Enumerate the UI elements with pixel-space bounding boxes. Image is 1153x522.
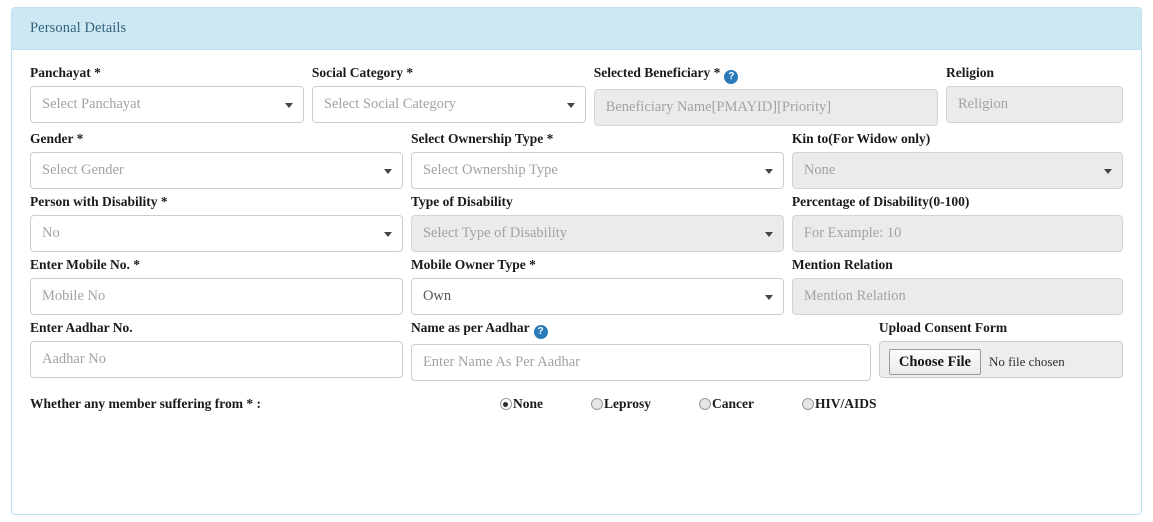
- field-aadhar-no: Enter Aadhar No. Aadhar No: [26, 319, 407, 381]
- form-row-2: Gender * Select Gender Select Ownership …: [26, 130, 1127, 189]
- label-panchayat: Panchayat *: [30, 65, 101, 80]
- field-religion: Religion Religion: [942, 64, 1127, 126]
- radio-option-cancer[interactable]: Cancer: [698, 396, 754, 412]
- radio-button-leprosy[interactable]: [590, 398, 603, 410]
- name-as-per-aadhar-input[interactable]: Enter Name As Per Aadhar: [410, 344, 871, 381]
- label-social-category: Social Category *: [311, 65, 414, 80]
- field-mobile-no: Enter Mobile No. * Mobile No: [26, 256, 407, 315]
- label-selected-beneficiary-text: Selected Beneficiary *: [593, 65, 721, 80]
- radio-option-hiv-aids[interactable]: HIV/AIDS: [801, 396, 877, 412]
- label-mobile-owner-type: Mobile Owner Type *: [410, 257, 536, 272]
- form-row-1: Panchayat * Select Panchayat Social Cate…: [26, 64, 1127, 126]
- aadhar-no-input[interactable]: Aadhar No: [30, 341, 403, 378]
- field-gender: Gender * Select Gender: [26, 130, 407, 189]
- radio-button-cancer[interactable]: [698, 398, 711, 410]
- help-icon[interactable]: ?: [724, 70, 739, 84]
- field-social-category: Social Category * Select Social Category: [308, 64, 590, 126]
- field-panchayat: Panchayat * Select Panchayat: [26, 64, 308, 126]
- radio-label-cancer: Cancer: [711, 396, 754, 411]
- mobile-no-input[interactable]: Mobile No: [30, 278, 403, 315]
- field-type-of-disability: Type of Disability Select Type of Disabi…: [407, 193, 788, 252]
- kin-to-select[interactable]: None: [791, 152, 1123, 189]
- mention-relation-input[interactable]: Mention Relation: [791, 278, 1123, 315]
- label-religion: Religion: [946, 65, 995, 80]
- form-row-3: Person with Disability * No Type of Disa…: [26, 193, 1127, 252]
- panel-header: Personal Details: [12, 8, 1141, 50]
- label-mention-relation: Mention Relation: [791, 257, 893, 272]
- selected-beneficiary-input[interactable]: Beneficiary Name[PMAYID][Priority]: [593, 89, 938, 126]
- label-ownership-type: Select Ownership Type *: [410, 131, 554, 146]
- label-mobile-no: Enter Mobile No. *: [30, 257, 140, 272]
- form-row-4: Enter Mobile No. * Mobile No Mobile Owne…: [26, 256, 1127, 315]
- label-type-of-disability: Type of Disability: [410, 194, 513, 209]
- radio-button-none[interactable]: [499, 398, 512, 410]
- form-row-6: Whether any member suffering from * : No…: [26, 385, 1127, 412]
- percentage-of-disability-input[interactable]: For Example: 10: [791, 215, 1123, 252]
- religion-input[interactable]: Religion: [946, 86, 1123, 123]
- label-kin-to: Kin to(For Widow only): [791, 131, 931, 146]
- radio-option-leprosy[interactable]: Leprosy: [590, 396, 651, 412]
- type-of-disability-select[interactable]: Select Type of Disability: [410, 215, 784, 252]
- radio-label-hiv-aids: HIV/AIDS: [814, 396, 877, 411]
- panchayat-select[interactable]: Select Panchayat: [30, 86, 304, 123]
- label-selected-beneficiary: Selected Beneficiary *?: [594, 64, 938, 84]
- radio-option-none[interactable]: None: [499, 396, 543, 412]
- label-gender: Gender *: [30, 131, 84, 146]
- field-name-as-per-aadhar: Name as per Aadhar? Enter Name As Per Aa…: [407, 319, 875, 381]
- mobile-owner-type-select[interactable]: Own: [410, 278, 784, 315]
- field-mobile-owner-type: Mobile Owner Type * Own: [407, 256, 788, 315]
- label-suffering-question: Whether any member suffering from * :: [30, 396, 261, 411]
- field-mention-relation: Mention Relation Mention Relation: [788, 256, 1127, 315]
- suffering-radio-group: None Leprosy Cancer HIV/AIDS: [499, 396, 877, 412]
- page-title: Personal Details: [30, 20, 127, 36]
- person-with-disability-select[interactable]: No: [30, 215, 403, 252]
- field-upload-consent-form: Upload Consent Form Choose File No file …: [875, 319, 1127, 381]
- form-row-5: Enter Aadhar No. Aadhar No Name as per A…: [26, 319, 1127, 381]
- label-aadhar-no: Enter Aadhar No.: [30, 320, 133, 335]
- radio-button-hiv-aids[interactable]: [801, 398, 814, 410]
- label-name-as-per-aadhar-text: Name as per Aadhar: [410, 320, 530, 335]
- consent-form-file-input[interactable]: Choose File No file chosen: [878, 341, 1123, 378]
- social-category-select[interactable]: Select Social Category: [311, 86, 586, 123]
- label-name-as-per-aadhar: Name as per Aadhar?: [411, 319, 871, 339]
- help-icon[interactable]: ?: [533, 325, 548, 339]
- field-person-with-disability: Person with Disability * No: [26, 193, 407, 252]
- field-selected-beneficiary: Selected Beneficiary *? Beneficiary Name…: [590, 64, 942, 126]
- choose-file-button[interactable]: Choose File: [888, 348, 981, 375]
- personal-details-panel: Personal Details Panchayat * Select Panc…: [11, 7, 1142, 515]
- label-person-with-disability: Person with Disability *: [30, 194, 168, 209]
- gender-select[interactable]: Select Gender: [30, 152, 403, 189]
- field-percentage-of-disability: Percentage of Disability(0-100) For Exam…: [788, 193, 1127, 252]
- radio-label-none: None: [512, 396, 543, 411]
- label-upload-consent-form: Upload Consent Form: [878, 320, 1008, 335]
- radio-label-leprosy: Leprosy: [603, 396, 651, 411]
- panel-body: Panchayat * Select Panchayat Social Cate…: [12, 50, 1141, 412]
- label-percentage-of-disability: Percentage of Disability(0-100): [791, 194, 970, 209]
- ownership-type-select[interactable]: Select Ownership Type: [410, 152, 784, 189]
- field-ownership-type: Select Ownership Type * Select Ownership…: [407, 130, 788, 189]
- field-kin-to: Kin to(For Widow only) None: [788, 130, 1127, 189]
- file-status-text: No file chosen: [988, 353, 1065, 369]
